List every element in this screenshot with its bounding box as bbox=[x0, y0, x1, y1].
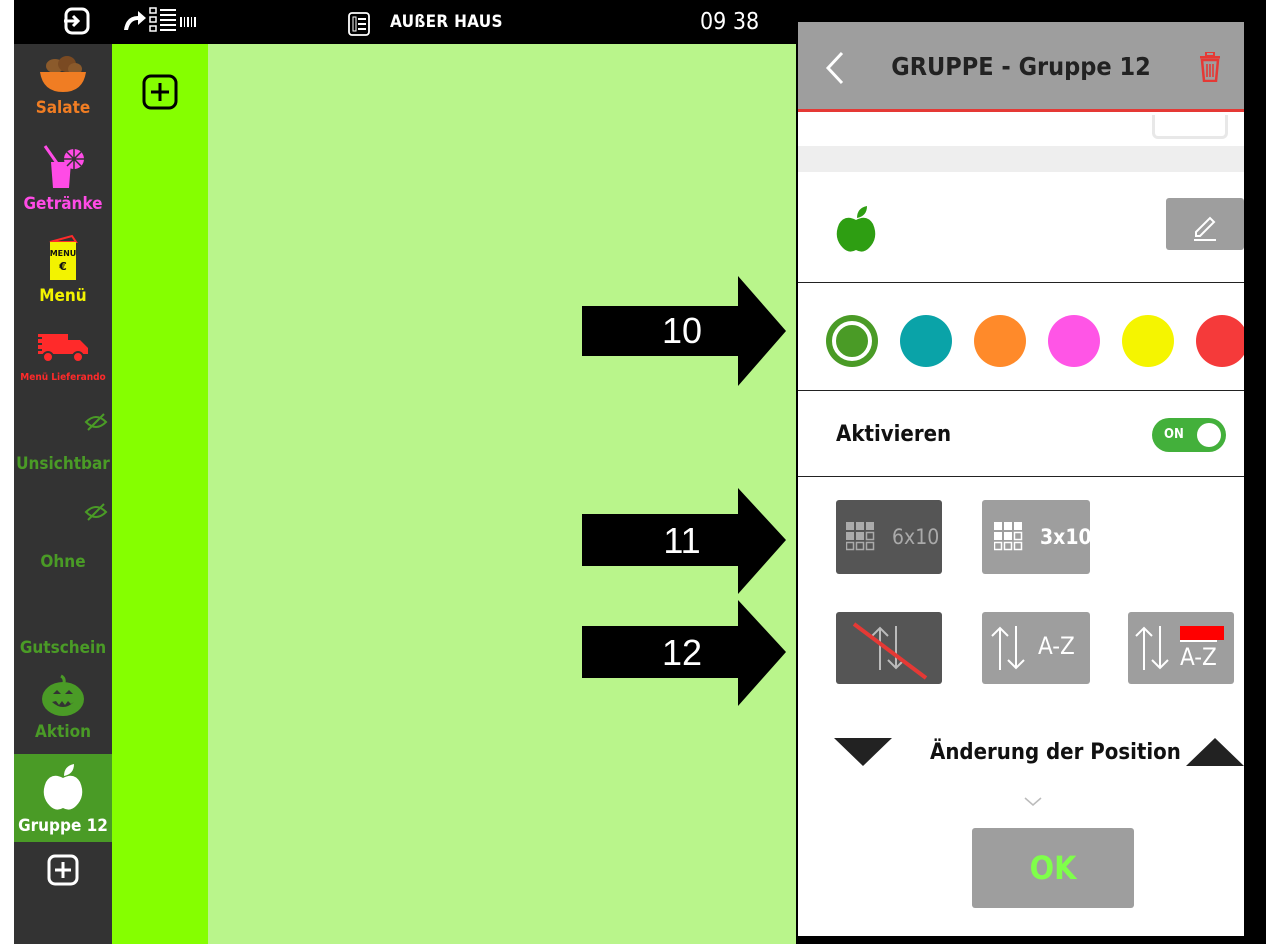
sidebar-item-ohne[interactable]: Ohne bbox=[14, 500, 112, 578]
clock: 09 38 bbox=[700, 9, 760, 35]
annotation-label: 12 bbox=[661, 632, 703, 673]
sidebar-item-label: Salate bbox=[35, 98, 91, 118]
toggle-state: ON bbox=[1164, 427, 1184, 442]
trash-icon[interactable] bbox=[1198, 51, 1222, 86]
add-icon bbox=[142, 74, 178, 110]
grid-icon bbox=[846, 522, 875, 551]
sidebar-item-salate[interactable]: Salate bbox=[14, 52, 112, 130]
sidebar-item-label: Getränke bbox=[23, 194, 103, 214]
sidebar-item-gutschein[interactable]: Gutschein bbox=[14, 638, 112, 666]
sort-icon bbox=[1135, 626, 1169, 670]
activate-toggle[interactable]: ON bbox=[1152, 418, 1226, 452]
salad-bowl-icon bbox=[37, 56, 89, 98]
toggle-knob bbox=[1197, 423, 1221, 447]
activate-label: Aktivieren bbox=[836, 422, 952, 447]
pencil-icon bbox=[1194, 216, 1216, 241]
edit-icon-button[interactable] bbox=[1166, 198, 1244, 250]
sidebar-item-aktion[interactable]: Aktion bbox=[14, 674, 112, 752]
chevron-down-icon bbox=[1024, 792, 1042, 811]
sidebar-item-label: Menü bbox=[39, 286, 87, 306]
dialog-header: GRUPPE - Gruppe 12 bbox=[798, 22, 1244, 112]
color-swatch-red[interactable] bbox=[1196, 315, 1244, 367]
app-screen: AUßER HAUS 09 38 Salate Getränke MENU € M… bbox=[14, 0, 1266, 944]
hidden-eye-icon bbox=[14, 410, 112, 436]
apple-icon bbox=[40, 764, 86, 816]
marker-bar bbox=[1180, 626, 1224, 640]
annotation-label: 11 bbox=[663, 520, 701, 561]
layout-3x10-button[interactable]: 3x10 bbox=[982, 500, 1092, 574]
category-sidebar: Salate Getränke MENU € Menü Menü Lieferan… bbox=[14, 44, 112, 944]
selected-ring bbox=[832, 321, 872, 361]
hidden-eye-icon bbox=[14, 500, 112, 526]
delivery-truck-icon bbox=[34, 334, 92, 368]
exit-icon[interactable] bbox=[62, 6, 92, 40]
add-category-button[interactable] bbox=[14, 854, 112, 894]
svg-text:MENU: MENU bbox=[50, 249, 77, 258]
sidebar-item-gruppe-12[interactable]: Gruppe 12 bbox=[14, 754, 112, 842]
sort-az-marked-button[interactable]: A-Z bbox=[1128, 612, 1234, 684]
grid-icon bbox=[994, 522, 1023, 551]
layout-6x10-button[interactable]: 6x10 bbox=[836, 500, 942, 574]
annotation-label: 10 bbox=[661, 310, 703, 351]
pumpkin-icon bbox=[39, 674, 87, 722]
layout-label: 3x10 bbox=[1040, 525, 1092, 549]
move-down-icon[interactable] bbox=[834, 738, 892, 772]
sidebar-item-getraenke[interactable]: Getränke bbox=[14, 142, 112, 220]
sidebar-item-menu-lieferando[interactable]: Menü Lieferando bbox=[14, 328, 112, 398]
drink-icon bbox=[41, 145, 85, 194]
sort-off-button[interactable] bbox=[836, 612, 942, 684]
move-up-icon[interactable] bbox=[1186, 738, 1244, 772]
sidebar-item-label: Ohne bbox=[40, 552, 86, 572]
add-product-button[interactable] bbox=[142, 74, 178, 114]
group-edit-dialog: GRUPPE - Gruppe 12 Aktivieren ON 6x10 3x… bbox=[798, 22, 1244, 936]
sort-icon bbox=[991, 626, 1025, 670]
layout-label: 6x10 bbox=[892, 525, 940, 549]
color-swatch-teal[interactable] bbox=[900, 315, 952, 367]
apple-icon bbox=[832, 204, 880, 258]
sidebar-item-label: Menü Lieferando bbox=[20, 372, 106, 383]
sidebar-item-unsichtbar[interactable]: Unsichtbar bbox=[14, 410, 112, 488]
annotation-arrow-12: 12 bbox=[582, 600, 788, 710]
location-title: AUßER HAUS bbox=[390, 12, 503, 32]
annotation-arrow-11: 11 bbox=[582, 488, 788, 598]
divider bbox=[798, 282, 1244, 283]
dialog-title: GRUPPE - Gruppe 12 bbox=[891, 52, 1151, 81]
position-label: Änderung der Position bbox=[930, 740, 1181, 765]
add-icon bbox=[47, 854, 79, 890]
sidebar-item-label: Gutschein bbox=[19, 638, 107, 658]
sidebar-item-label: Gruppe 12 bbox=[18, 816, 108, 836]
no-sort-icon bbox=[852, 622, 928, 680]
sidebar-item-label: Unsichtbar bbox=[16, 454, 110, 474]
sidebar-item-menu[interactable]: MENU € Menü bbox=[14, 232, 112, 310]
annotation-arrow-10: 10 bbox=[582, 276, 788, 386]
sort-label: A-Z bbox=[1180, 640, 1217, 672]
sort-az-button[interactable]: A-Z bbox=[982, 612, 1090, 684]
status-bar: AUßER HAUS 09 38 bbox=[14, 0, 794, 44]
divider bbox=[798, 390, 1244, 391]
ok-button[interactable]: OK bbox=[972, 828, 1134, 908]
color-swatch-yellow[interactable] bbox=[1122, 315, 1174, 367]
table-icon[interactable] bbox=[348, 12, 370, 40]
color-swatch-green[interactable] bbox=[826, 315, 878, 367]
divider bbox=[798, 476, 1244, 477]
sort-label: A-Z bbox=[1038, 632, 1075, 660]
color-swatch-orange[interactable] bbox=[974, 315, 1026, 367]
menu-card-icon: MENU € bbox=[46, 234, 80, 286]
sidebar-item-label: Aktion bbox=[35, 722, 91, 742]
scrolled-row-remnant bbox=[1152, 115, 1228, 139]
svg-text:€: € bbox=[58, 260, 67, 273]
product-column bbox=[112, 44, 208, 944]
forward-barcode-icon[interactable] bbox=[120, 6, 200, 40]
section-divider bbox=[798, 146, 1244, 172]
color-swatch-pink[interactable] bbox=[1048, 315, 1100, 367]
